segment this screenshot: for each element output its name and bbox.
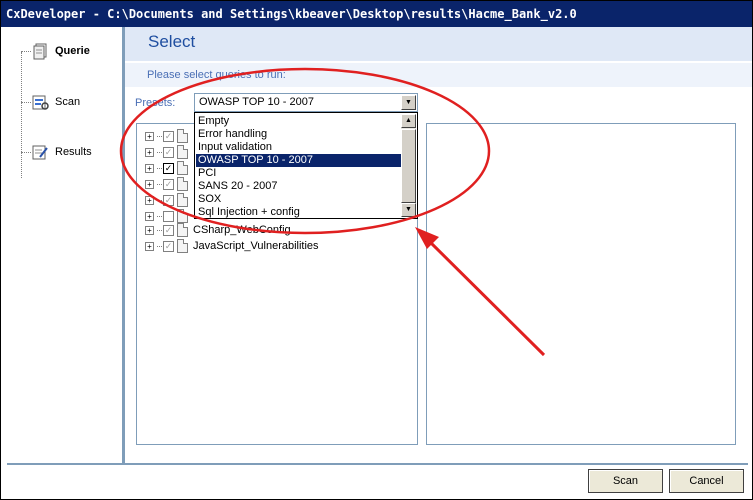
preset-option[interactable]: PCI bbox=[196, 167, 402, 180]
nav-divider bbox=[122, 27, 125, 463]
expand-icon[interactable]: + bbox=[145, 179, 154, 189]
tree-row[interactable]: + ✓ JavaScript_Vulnerabilities bbox=[145, 238, 319, 254]
expand-icon[interactable]: + bbox=[145, 225, 154, 235]
cancel-button[interactable]: Cancel bbox=[669, 469, 744, 493]
nav-item-scan[interactable]: Scan bbox=[21, 92, 80, 112]
scrollbar-thumb[interactable] bbox=[401, 129, 416, 203]
presets-select[interactable]: OWASP TOP 10 - 2007 ▼ bbox=[194, 93, 418, 112]
query-preview-pane bbox=[426, 123, 736, 445]
document-icon bbox=[177, 129, 188, 143]
preset-option[interactable]: Sql Injection + config bbox=[196, 206, 402, 219]
nav-item-results[interactable]: Results bbox=[21, 142, 92, 162]
document-icon bbox=[177, 223, 188, 237]
scroll-up-icon[interactable]: ▲ bbox=[401, 114, 416, 128]
checkbox[interactable]: ✓ bbox=[163, 224, 174, 236]
expand-icon[interactable]: + bbox=[145, 147, 154, 157]
checkbox[interactable]: ✓ bbox=[163, 178, 174, 190]
footer-divider bbox=[7, 463, 748, 465]
presets-selected-value: OWASP TOP 10 - 2007 bbox=[199, 96, 314, 108]
expand-icon[interactable]: + bbox=[145, 131, 154, 141]
document-icon bbox=[177, 145, 188, 159]
expand-icon[interactable]: + bbox=[145, 211, 154, 221]
queries-icon bbox=[32, 43, 49, 60]
tree-row[interactable]: + ✓ bbox=[145, 160, 193, 176]
expand-icon[interactable]: + bbox=[145, 195, 154, 205]
document-icon bbox=[177, 177, 188, 191]
preset-option[interactable]: Empty bbox=[196, 115, 402, 128]
page-title: Select bbox=[148, 32, 196, 51]
page-header bbox=[125, 27, 752, 61]
checkbox[interactable]: ✓ bbox=[163, 240, 174, 252]
nav-item-queries[interactable]: Querie bbox=[21, 41, 90, 61]
document-icon bbox=[177, 161, 188, 175]
expand-icon[interactable]: + bbox=[145, 163, 154, 173]
dropdown-scrollbar[interactable]: ▲ ▼ bbox=[401, 114, 416, 217]
scan-icon bbox=[32, 94, 49, 111]
tree-item-label: CSharp_WebConfig bbox=[193, 224, 291, 236]
tree-item-label: JavaScript_Vulnerabilities bbox=[193, 240, 319, 252]
checkbox[interactable]: ✓ bbox=[163, 146, 174, 158]
preset-option[interactable]: SOX bbox=[196, 193, 402, 206]
nav-item-label: Scan bbox=[55, 96, 81, 108]
preset-option[interactable]: SANS 20 - 2007 bbox=[196, 180, 402, 193]
preset-option[interactable]: Input validation bbox=[196, 141, 402, 154]
checkbox[interactable] bbox=[163, 210, 174, 222]
scan-button[interactable]: Scan bbox=[588, 469, 663, 493]
tree-row[interactable]: + ✓ bbox=[145, 192, 193, 208]
document-icon bbox=[177, 209, 188, 223]
app-window: CxDeveloper - C:\Documents and Settings\… bbox=[0, 0, 753, 500]
presets-label: Presets: bbox=[135, 97, 176, 109]
expand-icon[interactable]: + bbox=[145, 241, 154, 251]
nav-item-label: Results bbox=[55, 146, 92, 158]
wizard-nav: Querie Scan Results bbox=[7, 27, 123, 463]
chevron-down-icon[interactable]: ▼ bbox=[401, 95, 416, 110]
preset-option[interactable]: Error handling bbox=[196, 128, 402, 141]
checkbox[interactable]: ✓ bbox=[163, 194, 174, 206]
document-icon bbox=[177, 239, 188, 253]
results-icon bbox=[32, 144, 49, 161]
instructions-text: Please select queries to run: bbox=[147, 69, 286, 81]
checkbox[interactable]: ✓ bbox=[163, 162, 174, 174]
tree-row[interactable]: + ✓ bbox=[145, 144, 193, 160]
tree-row[interactable]: + ✓ bbox=[145, 176, 193, 192]
nav-item-label: Querie bbox=[55, 45, 90, 57]
tree-row[interactable]: + ✓ CSharp_WebConfig bbox=[145, 222, 291, 238]
window-title: CxDeveloper - C:\Documents and Settings\… bbox=[1, 1, 752, 27]
tree-row[interactable]: + ✓ bbox=[145, 128, 193, 144]
preset-option-selected[interactable]: OWASP TOP 10 - 2007 bbox=[196, 154, 402, 167]
document-icon bbox=[177, 193, 188, 207]
checkbox[interactable]: ✓ bbox=[163, 130, 174, 142]
scroll-down-icon[interactable]: ▼ bbox=[401, 203, 416, 217]
presets-dropdown-list[interactable]: Empty Error handling Input validation OW… bbox=[194, 112, 418, 219]
